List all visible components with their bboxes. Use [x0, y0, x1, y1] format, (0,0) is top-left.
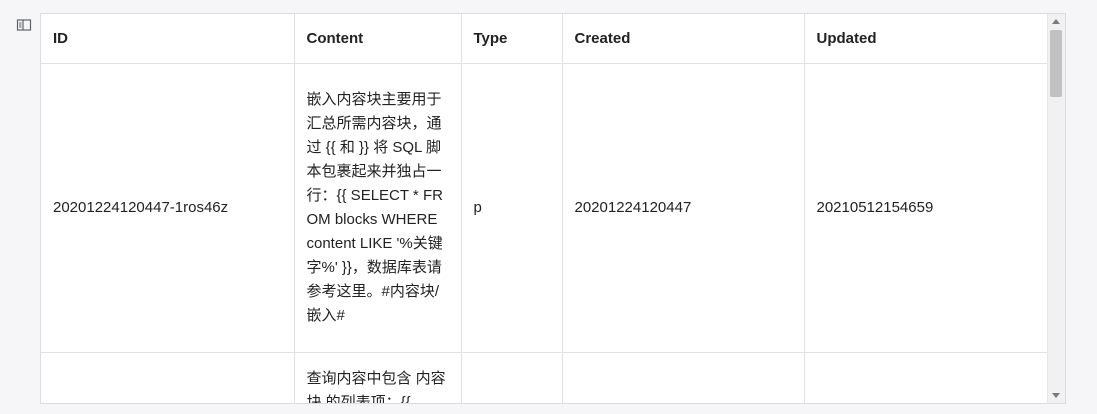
column-header-content[interactable]: Content	[294, 14, 462, 64]
column-header-updated[interactable]: Updated	[804, 14, 1047, 64]
cell-created	[562, 352, 805, 403]
cell-updated: 20210512154659	[804, 63, 1047, 353]
table-row[interactable]: 查询内容中包含 内容块 的列表项：{{	[41, 352, 1047, 403]
cell-type	[461, 352, 563, 403]
data-table: ID Content Type Created Updated 20201224…	[41, 14, 1047, 403]
layout-sidebar-icon[interactable]	[16, 17, 32, 33]
vertical-scrollbar[interactable]	[1047, 14, 1065, 403]
scroll-down-arrow-icon[interactable]	[1052, 393, 1060, 398]
column-header-id[interactable]: ID	[41, 14, 295, 64]
scroll-up-arrow-icon[interactable]	[1052, 19, 1060, 24]
column-header-type[interactable]: Type	[461, 14, 563, 64]
cell-content: 嵌入内容块主要用于汇总所需内容块，通过 {{ 和 }} 将 SQL 脚本包裹起来…	[294, 63, 462, 353]
cell-type: p	[461, 63, 563, 353]
table-header-row: ID Content Type Created Updated	[41, 14, 1047, 64]
cell-created: 20201224120447	[562, 63, 805, 353]
column-header-created[interactable]: Created	[562, 14, 805, 64]
page: ID Content Type Created Updated 20201224…	[0, 0, 1097, 414]
cell-id: 20201224120447-1ros46z	[41, 63, 295, 353]
table-row[interactable]: 20201224120447-1ros46z 嵌入内容块主要用于汇总所需内容块，…	[41, 63, 1047, 353]
query-results-table: ID Content Type Created Updated 20201224…	[40, 13, 1066, 404]
cell-updated	[804, 352, 1047, 403]
cell-id	[41, 352, 295, 403]
scrollbar-thumb[interactable]	[1050, 30, 1062, 97]
cell-content: 查询内容中包含 内容块 的列表项：{{	[294, 352, 462, 403]
